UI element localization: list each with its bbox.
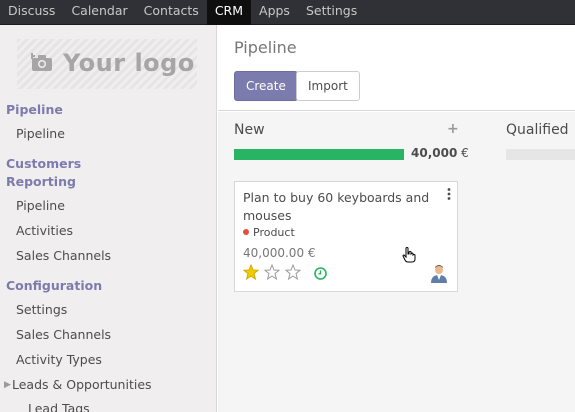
sidebar-item-leads-opportunities[interactable]: Leads & Opportunities xyxy=(12,377,152,392)
sidebar-item-reporting-pipeline[interactable]: Pipeline xyxy=(16,198,65,213)
page-title: Pipeline xyxy=(234,38,297,57)
sidebar-item-settings[interactable]: Settings xyxy=(16,302,67,317)
column-progress-bar-qualified[interactable] xyxy=(506,149,575,160)
menu-crm[interactable]: CRM xyxy=(206,0,252,25)
sidebar-item-config-sales-channels[interactable]: Sales Channels xyxy=(16,327,111,342)
sidebar-item-activities[interactable]: Activities xyxy=(16,223,73,238)
star-empty-icon[interactable] xyxy=(264,264,280,280)
menu-discuss[interactable]: Discuss xyxy=(0,0,63,25)
priority-stars xyxy=(243,264,301,280)
column-title-new[interactable]: New xyxy=(234,122,265,138)
column-title-qualified[interactable]: Qualified xyxy=(506,122,569,138)
sidebar-item-pipeline[interactable]: Pipeline xyxy=(16,126,65,141)
import-button[interactable]: Import xyxy=(296,71,360,101)
activity-clock-icon[interactable] xyxy=(314,267,327,280)
section-reporting: Reporting xyxy=(6,174,76,189)
hand-cursor-icon xyxy=(402,247,416,263)
kanban-board: New + 40,000 € Qualified Plan to buy 60 … xyxy=(218,112,575,412)
menu-settings[interactable]: Settings xyxy=(298,0,365,25)
column-progress-bar[interactable] xyxy=(234,149,404,160)
section-customers: Customers xyxy=(6,156,82,171)
salesperson-avatar[interactable] xyxy=(429,263,449,283)
card-menu-icon[interactable] xyxy=(447,188,451,200)
progress-fill xyxy=(234,149,404,160)
menu-contacts[interactable]: Contacts xyxy=(136,0,207,25)
company-logo[interactable]: Your logo xyxy=(17,39,197,89)
create-button[interactable]: Create xyxy=(234,71,298,101)
sidebar-item-sales-channels[interactable]: Sales Channels xyxy=(16,248,111,263)
main-content: Pipeline Create Import New + 40,000 € Qu… xyxy=(218,25,575,412)
tag-badge: Product xyxy=(243,226,295,239)
column-total: 40,000 € xyxy=(411,146,469,160)
app-menu: Discuss Calendar Contacts CRM Apps Setti… xyxy=(0,0,575,25)
menu-calendar[interactable]: Calendar xyxy=(63,0,135,25)
quick-create-icon[interactable]: + xyxy=(447,121,459,137)
column-total-value: 40,000 xyxy=(411,146,458,160)
sidebar-item-lead-tags[interactable]: Lead Tags xyxy=(28,401,90,412)
expand-caret-icon[interactable]: ▶ xyxy=(4,380,11,390)
logo-text: Your logo xyxy=(63,49,195,77)
sidebar-item-activity-types[interactable]: Activity Types xyxy=(16,352,102,367)
card-title: Plan to buy 60 keyboards and mouses xyxy=(243,190,430,223)
section-configuration: Configuration xyxy=(6,278,103,293)
control-panel: Pipeline Create Import xyxy=(218,25,575,111)
section-pipeline: Pipeline xyxy=(6,102,63,117)
tag-color-dot xyxy=(243,229,249,235)
star-empty-icon[interactable] xyxy=(285,264,301,280)
opportunity-card[interactable]: Plan to buy 60 keyboards and mouses Prod… xyxy=(234,181,458,292)
sidebar: Your logo Pipeline Pipeline Customers Re… xyxy=(0,25,217,412)
top-navbar: Discuss Calendar Contacts CRM Apps Setti… xyxy=(0,0,575,25)
camera-icon xyxy=(31,53,52,71)
menu-apps[interactable]: Apps xyxy=(251,0,298,25)
star-filled-icon[interactable] xyxy=(243,264,259,280)
tag-label: Product xyxy=(253,226,295,239)
card-amount: 40,000.00 € xyxy=(243,246,316,260)
column-total-currency: € xyxy=(461,146,469,160)
